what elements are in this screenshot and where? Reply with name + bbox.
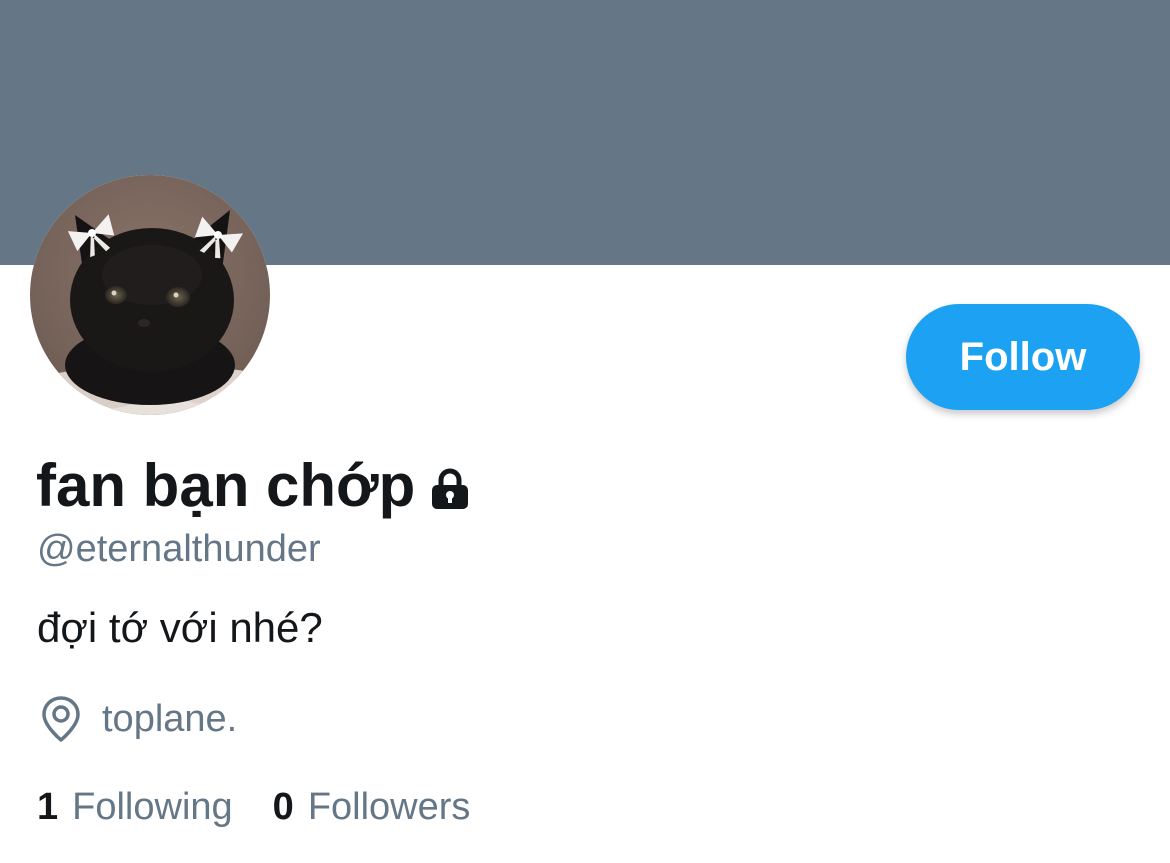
following-label: Following: [72, 785, 233, 828]
following-count: 1: [37, 785, 59, 828]
avatar-image: [30, 175, 270, 415]
profile-handle: @eternalthunder: [37, 528, 321, 570]
profile-avatar[interactable]: [30, 175, 270, 415]
follow-button[interactable]: Follow: [906, 304, 1140, 410]
location-pin-icon: [38, 694, 84, 744]
display-name: fan bạn chớp: [36, 452, 416, 519]
location-text: toplane.: [102, 698, 238, 740]
profile-location: toplane.: [38, 692, 237, 746]
profile-stats: 1 Following 0 Followers: [37, 780, 470, 834]
profile-bio: đợi tớ với nhé?: [37, 604, 323, 651]
followers-label: Followers: [307, 785, 471, 828]
followers-count: 0: [272, 785, 294, 828]
profile-name-row: fan bạn chớp: [36, 450, 473, 522]
lock-icon: [427, 466, 473, 512]
followers-stat[interactable]: 0 Followers: [273, 786, 471, 829]
following-stat[interactable]: 1 Following: [37, 786, 233, 829]
